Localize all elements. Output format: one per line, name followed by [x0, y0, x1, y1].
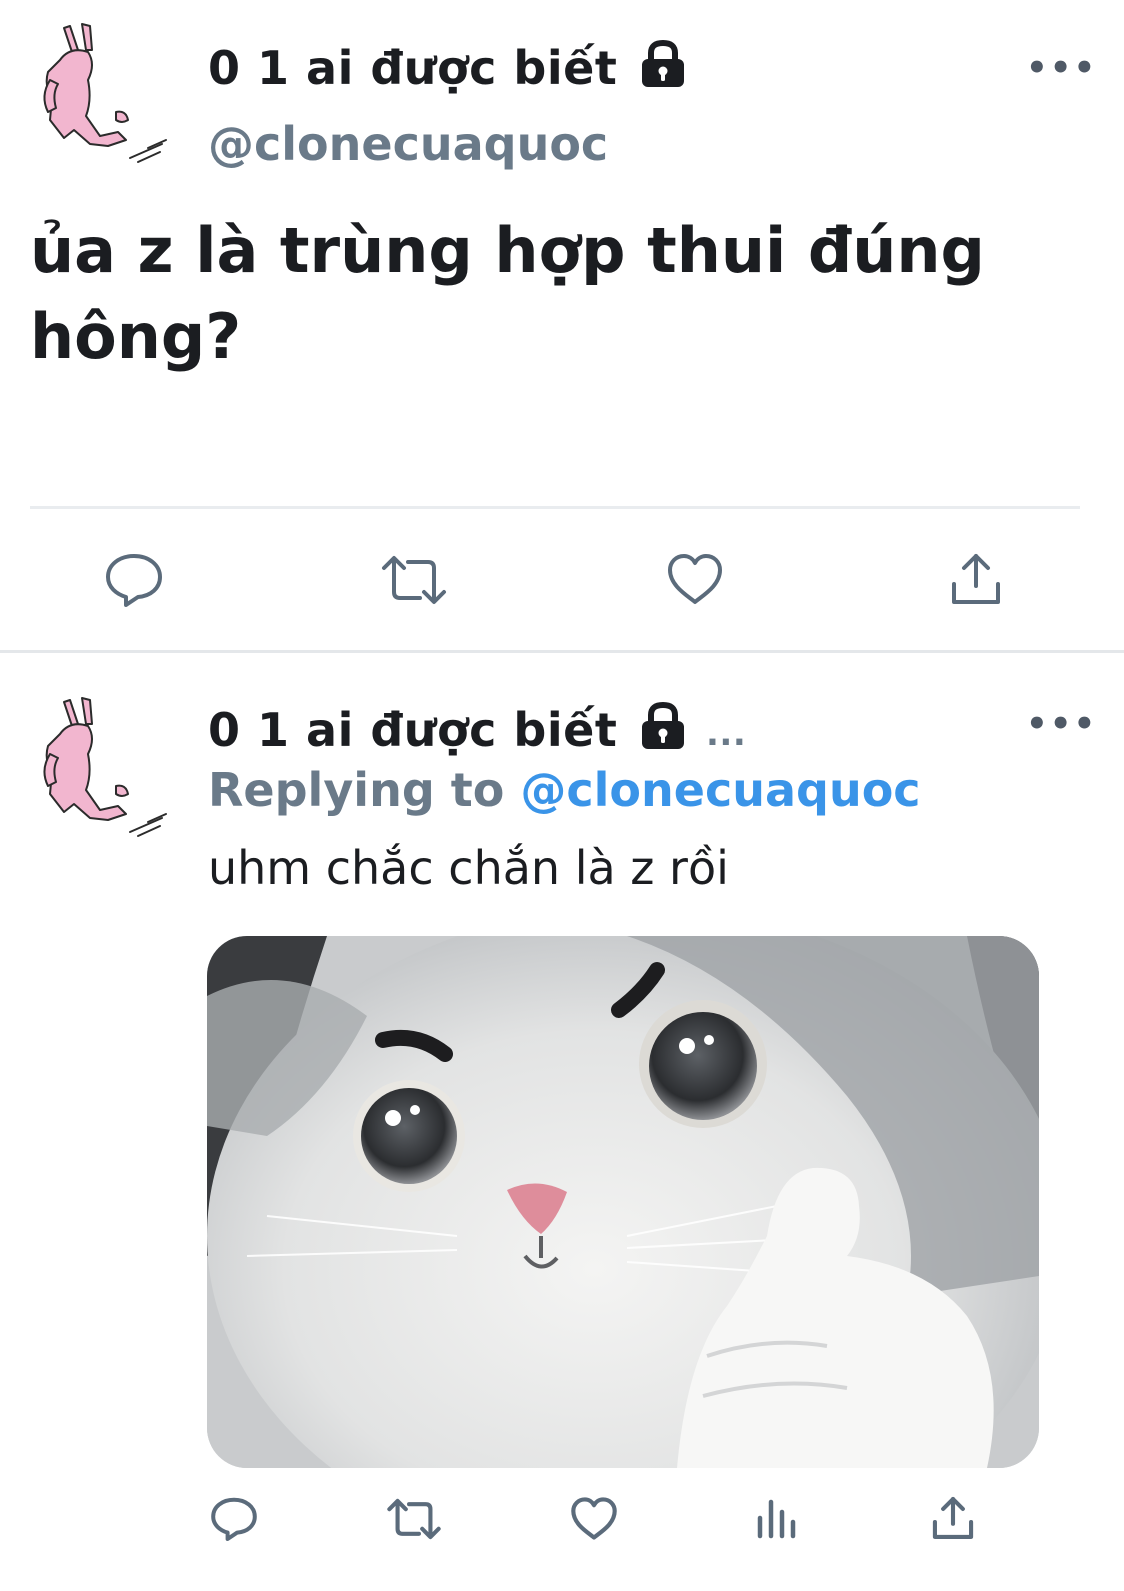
share-icon[interactable]	[948, 550, 1004, 608]
display-name[interactable]: 0 1 ai được biết	[208, 702, 617, 758]
tweet-text: ủa z là trùng hợp thui đúng hông?	[30, 214, 985, 373]
reply-text: uhm chắc chắn là z rồi	[208, 841, 729, 895]
attached-image[interactable]	[207, 936, 1039, 1468]
lock-icon	[637, 700, 689, 752]
tweet-separator	[0, 650, 1124, 653]
like-icon[interactable]	[666, 552, 724, 606]
more-options-icon[interactable]: •••	[1026, 707, 1097, 741]
avatar[interactable]	[30, 20, 170, 170]
username-handle[interactable]: @clonecuaquoc	[208, 116, 608, 172]
name-overflow-ellipsis: ...	[706, 714, 747, 754]
replying-to-label: Replying to	[208, 763, 505, 817]
retweet-icon[interactable]	[380, 552, 448, 608]
replying-to: Replying to @clonecuaquoc	[208, 762, 921, 818]
share-icon[interactable]	[930, 1494, 976, 1542]
replying-to-handle[interactable]: @clonecuaquoc	[520, 763, 920, 817]
lock-icon	[637, 38, 689, 90]
avatar[interactable]	[30, 694, 170, 844]
display-name[interactable]: 0 1 ai được biết	[208, 40, 617, 96]
reply-icon[interactable]	[104, 552, 164, 608]
like-icon[interactable]	[570, 1496, 618, 1541]
analytics-icon[interactable]	[754, 1498, 798, 1540]
divider	[30, 506, 1080, 509]
retweet-icon[interactable]	[386, 1496, 442, 1542]
reply-icon[interactable]	[210, 1496, 258, 1542]
more-options-icon[interactable]: •••	[1026, 51, 1097, 85]
